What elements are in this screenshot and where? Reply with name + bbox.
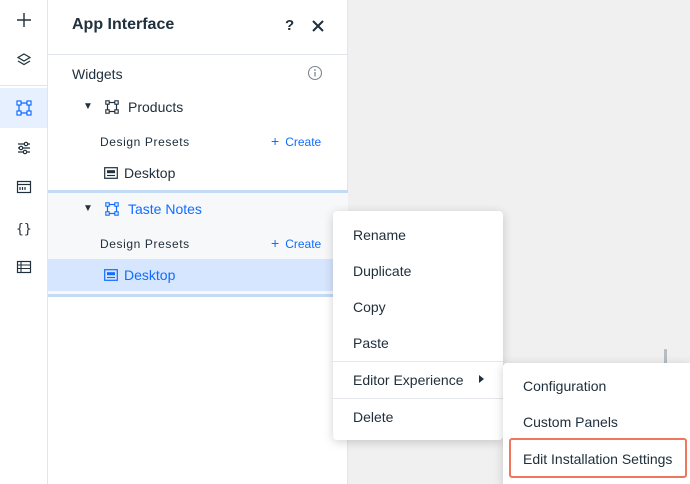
- desktop-icon: [104, 269, 118, 281]
- layers-button[interactable]: [0, 40, 47, 80]
- submenu-arrow-icon: [479, 375, 484, 383]
- collapse-caret-icon[interactable]: ▼: [83, 203, 93, 214]
- help-button[interactable]: ?: [285, 17, 294, 34]
- create-label: Create: [285, 237, 322, 251]
- add-button[interactable]: [0, 0, 47, 40]
- panel-title: App Interface: [72, 16, 175, 33]
- collapse-caret-icon[interactable]: ▼: [83, 101, 93, 112]
- menu-item-label: Editor Experience: [353, 372, 464, 388]
- highlight-outline: [509, 438, 687, 478]
- submenu-item-custom-panels[interactable]: Custom Panels: [503, 404, 690, 440]
- plus-icon: +: [271, 235, 280, 251]
- context-menu: Rename Duplicate Copy Paste Editor Exper…: [333, 211, 503, 440]
- left-toolbar: {}: [0, 0, 48, 484]
- menu-item-editor-experience[interactable]: Editor Experience: [333, 362, 503, 398]
- create-preset-button[interactable]: + Create: [271, 133, 321, 149]
- create-preset-button[interactable]: + Create: [271, 235, 321, 251]
- svg-text:{}: {}: [16, 222, 32, 236]
- menu-item-delete[interactable]: Delete: [333, 399, 503, 435]
- plus-icon: [16, 13, 31, 27]
- table-icon: [16, 260, 31, 274]
- settings-button[interactable]: [0, 128, 47, 168]
- selection-border: [48, 190, 348, 193]
- braces-icon: {}: [16, 222, 32, 236]
- submenu-item-configuration[interactable]: Configuration: [503, 368, 690, 404]
- widgets-button[interactable]: [0, 88, 47, 128]
- menu-item-duplicate[interactable]: Duplicate: [333, 253, 503, 289]
- plus-icon: +: [271, 133, 280, 149]
- layers-icon: [16, 53, 31, 66]
- menu-item-rename[interactable]: Rename: [333, 217, 503, 253]
- rail-divider: [0, 85, 47, 86]
- code-button[interactable]: {}: [0, 208, 47, 248]
- widget-item-products[interactable]: Products: [128, 99, 183, 115]
- panel-header: App Interface ?: [48, 0, 348, 55]
- create-label: Create: [285, 135, 322, 149]
- design-presets-label: Design Presets: [100, 135, 190, 149]
- selected-preset-row[interactable]: [48, 259, 348, 291]
- preset-item-desktop[interactable]: Desktop: [124, 165, 175, 181]
- widget-frame-icon: [105, 202, 119, 216]
- sliders-icon: [17, 141, 30, 155]
- preset-item-desktop[interactable]: Desktop: [124, 267, 175, 283]
- widget-frame-icon: [15, 100, 32, 116]
- panels-button[interactable]: [0, 167, 47, 207]
- widget-item-taste-notes[interactable]: Taste Notes: [128, 201, 202, 217]
- widgets-section-label: Widgets: [72, 66, 123, 82]
- cms-button[interactable]: [0, 247, 47, 287]
- selection-border: [48, 294, 348, 297]
- code-panel-icon: [16, 180, 31, 194]
- widget-frame-icon: [105, 100, 119, 114]
- menu-item-paste[interactable]: Paste: [333, 325, 503, 361]
- info-icon[interactable]: [307, 65, 323, 81]
- design-presets-label: Design Presets: [100, 237, 190, 251]
- desktop-icon: [104, 167, 118, 179]
- close-icon[interactable]: [310, 18, 326, 34]
- menu-item-copy[interactable]: Copy: [333, 289, 503, 325]
- app-interface-panel: App Interface ? Widgets ▼ Products Desig…: [48, 0, 348, 484]
